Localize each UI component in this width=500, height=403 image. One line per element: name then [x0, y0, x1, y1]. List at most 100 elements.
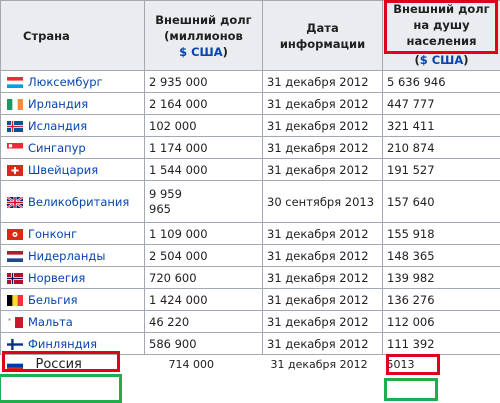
external-debt-value: 1 424 000 [149, 293, 208, 307]
netherlands-flag-icon [7, 251, 23, 262]
external-debt-table: Страна Внешний долг (миллионов $ США) Да… [0, 0, 500, 375]
malta-flag-icon [7, 317, 23, 328]
header-debt-usd-link[interactable]: $ США [179, 45, 223, 59]
external-debt-value: 1 109 000 [149, 227, 208, 241]
country-link[interactable]: Швейцария [28, 163, 98, 177]
external-debt-value: 2 935 000 [149, 75, 208, 89]
header-country[interactable]: Страна [1, 1, 145, 71]
date-cell: 31 декабря 2012 [263, 245, 383, 267]
country-cell: Сингапур [1, 137, 145, 159]
date-cell: 30 сентября 2013 [263, 181, 383, 223]
country-link[interactable]: Норвегия [28, 271, 85, 285]
per-capita-cell: 447 777 [383, 93, 500, 115]
date-value: 31 декабря 2012 [267, 75, 369, 89]
header-external-debt[interactable]: Внешний долг (миллионов $ США) [145, 1, 263, 71]
external-debt-value: 2 504 000 [149, 249, 208, 263]
hongkong-flag-icon [7, 229, 23, 240]
country-link[interactable]: Ирландия [28, 97, 88, 111]
country-link[interactable]: Сингапур [28, 141, 86, 155]
table-row: Бельгия 1 424 000 31 декабря 2012 136 276 [1, 289, 500, 311]
header-debt-line1: Внешний долг [147, 12, 260, 28]
date-cell: 31 декабря 2012 [263, 93, 383, 115]
country-cell: Гонконг [1, 223, 145, 245]
table-row: Мальта46 22031 декабря 2012112 006 [1, 311, 500, 333]
country-link[interactable]: Финляндия [28, 337, 97, 351]
external-debt-value: 102 000 [149, 119, 197, 133]
country-cell: Норвегия [1, 267, 145, 289]
per-capita-cell: 321 411 [383, 115, 500, 137]
header-date[interactable]: Дата информации [263, 1, 383, 71]
finland-flag-icon [7, 339, 23, 350]
header-percap-usd-link[interactable]: $ США [420, 53, 464, 67]
singapore-flag-icon [7, 143, 23, 154]
table-row: Финляндия 586 900 31 декабря 2012111 392 [1, 333, 500, 355]
debt-line-2: 965 [149, 202, 189, 217]
date-value: 31 декабря 2012 [267, 249, 369, 263]
external-debt-cell: 2 164 000 [145, 93, 263, 115]
per-capita-cell: 111 392 [383, 333, 500, 355]
external-debt-cell: 586 900 [145, 333, 263, 355]
date-value: 31 декабря 2012 [267, 358, 368, 371]
per-capita-value: 112 006 [387, 315, 435, 329]
header-per-capita[interactable]: Внешний долг на душу населения ($ США) [383, 1, 500, 71]
date-value: 31 декабря 2012 [267, 293, 369, 307]
external-debt-value: 1 544 000 [149, 163, 208, 177]
date-cell: 31 декабря 2012 [263, 137, 383, 159]
external-debt-cell: 9 959965 [145, 181, 263, 223]
country-cell: Ирландия [1, 93, 145, 115]
header-percap-line3: населения [385, 33, 498, 49]
external-debt-cell: 714 000 [145, 355, 263, 375]
uk-flag-icon [7, 197, 23, 208]
table-row: Ирландия 2 164 00031 декабря 2012447 777 [1, 93, 500, 115]
per-capita-value: 191 527 [387, 163, 435, 177]
date-cell: 31 декабря 2012 [263, 333, 383, 355]
country-cell: Финляндия [1, 333, 145, 355]
country-cell: Бельгия [1, 289, 145, 311]
date-cell: 31 декабря 2012 [263, 71, 383, 93]
per-capita-value: 136 276 [387, 293, 435, 307]
highlight-box-russia-value [384, 378, 438, 401]
country-link[interactable]: Люксембург [28, 75, 103, 89]
country-link[interactable]: Мальта [28, 315, 73, 329]
per-capita-value: 5 636 946 [387, 75, 446, 89]
country-link[interactable]: Великобритания [28, 195, 129, 209]
external-debt-value: 720 600 [149, 271, 197, 285]
country-cell: Великобритания [1, 181, 145, 223]
header-percap-line2: на душу [385, 17, 498, 33]
highlight-box-russia-row [0, 374, 122, 403]
per-capita-value: 148 365 [387, 249, 435, 263]
date-cell: 31 декабря 2012 [263, 355, 383, 375]
per-capita-cell: 5013 [383, 355, 500, 375]
external-debt-cell: 1 424 000 [145, 289, 263, 311]
header-percap-close: ) [463, 53, 468, 67]
table-row: Нидерланды 2 504 000 31 декабря 2012 148 36… [1, 245, 500, 267]
country-cell: Люксембург [1, 71, 145, 93]
switzerland-flag-icon [7, 165, 23, 176]
country-link[interactable]: Гонконг [28, 227, 77, 241]
external-debt-cell: 2 504 000 [145, 245, 263, 267]
external-debt-value: 586 900 [149, 337, 197, 351]
header-debt-line2: (миллионов [147, 28, 260, 44]
date-cell: 31 декабря 2012 [263, 289, 383, 311]
country-link[interactable]: Бельгия [28, 293, 78, 307]
table-header-row: Страна Внешний долг (миллионов $ США) Да… [1, 1, 500, 71]
country-cell: Мальта [1, 311, 145, 333]
header-debt-close: ) [223, 45, 228, 59]
external-debt-cell: 46 220 [145, 311, 263, 333]
header-date-line1: Дата [265, 20, 380, 36]
table-row: Гонконг1 109 00031 декабря 2012155 918 [1, 223, 500, 245]
per-capita-value: 157 640 [387, 195, 435, 209]
date-value: 30 сентября 2013 [267, 195, 374, 209]
table-row: Сингапур1 174 00031 декабря 2012210 874 [1, 137, 500, 159]
country-link[interactable]: Исландия [28, 119, 87, 133]
luxembourg-flag-icon [7, 77, 23, 88]
per-capita-cell: 157 640 [383, 181, 500, 223]
belgium-flag-icon [7, 295, 23, 306]
country-cell: Россия [1, 355, 145, 375]
header-percap-line1: Внешний долг [385, 1, 498, 17]
per-capita-value: 155 918 [387, 227, 435, 241]
country-link[interactable]: Нидерланды [28, 249, 105, 263]
date-value: 31 декабря 2012 [267, 119, 369, 133]
per-capita-value: 139 982 [387, 271, 435, 285]
country-cell: Нидерланды [1, 245, 145, 267]
